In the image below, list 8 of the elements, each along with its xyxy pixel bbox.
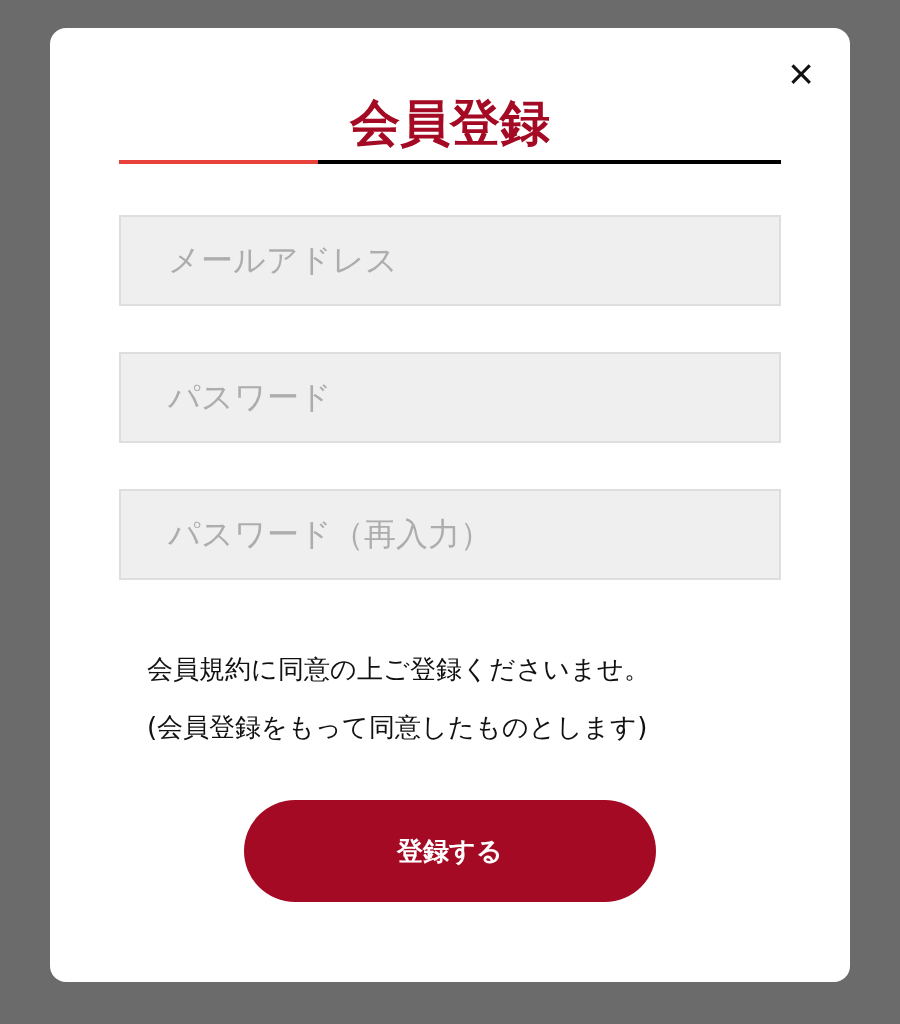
notice-text: 会員規約に同意の上ご登録くださいませ。 (147, 653, 651, 686)
register-button[interactable]: 登録する (244, 800, 656, 902)
input-field[interactable]: メールアドレス (119, 215, 781, 306)
dialog-title: 会員登録 (349, 92, 551, 154)
input-field[interactable]: パスワード（再入力） (119, 489, 781, 580)
notice-text: (会員登録をもって同意したものとします) (147, 711, 649, 744)
input-field[interactable]: パスワード (119, 352, 781, 443)
close-button[interactable]: × (782, 52, 820, 96)
